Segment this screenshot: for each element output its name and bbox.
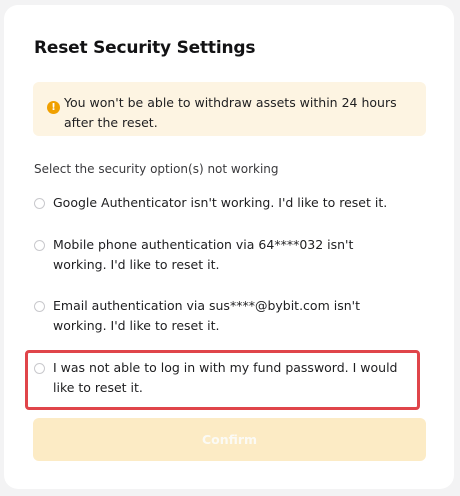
option-label[interactable]: Email authentication via sus****@bybit.c… xyxy=(53,296,398,336)
options-prompt: Select the security option(s) not workin… xyxy=(34,162,279,176)
reset-security-dialog: Reset Security Settings ! You won't be a… xyxy=(4,5,454,489)
radio-button[interactable] xyxy=(34,240,45,251)
info-icon: ! xyxy=(47,101,60,114)
dialog-title: Reset Security Settings xyxy=(34,38,256,58)
option-label[interactable]: I was not able to log in with my fund pa… xyxy=(53,358,398,398)
radio-button[interactable] xyxy=(34,198,45,209)
notice-text: You won't be able to withdraw assets wit… xyxy=(64,95,397,130)
option-label[interactable]: Mobile phone authentication via 64****03… xyxy=(53,235,398,275)
radio-button[interactable] xyxy=(34,301,45,312)
warning-notice: ! You won't be able to withdraw assets w… xyxy=(33,82,426,136)
radio-button[interactable] xyxy=(34,363,45,374)
confirm-button[interactable]: Confirm xyxy=(33,418,426,461)
option-label[interactable]: Google Authenticator isn't working. I'd … xyxy=(53,193,398,213)
